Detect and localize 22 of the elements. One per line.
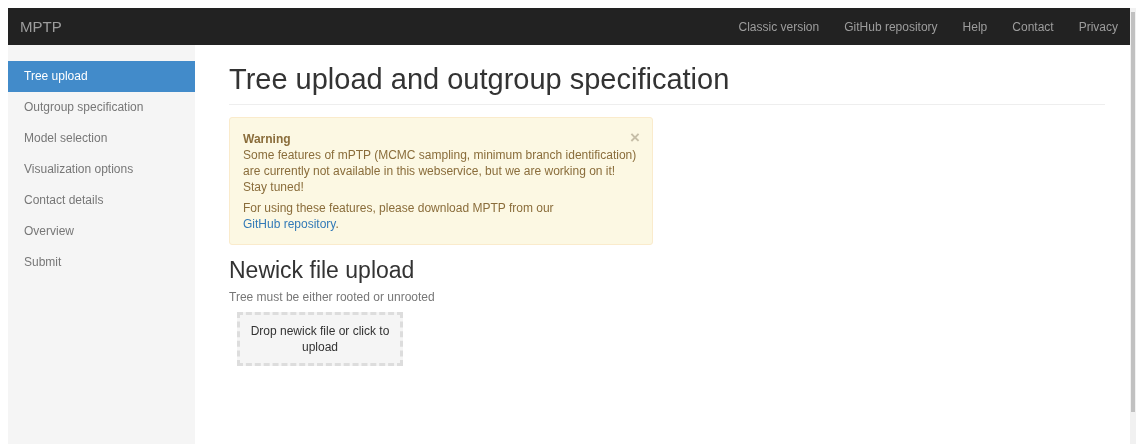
hint-text: Tree must be either rooted or unrooted (229, 290, 436, 304)
alert-title: Warning (243, 131, 291, 147)
alert-note: For using these features, please download MPTP from our GitHub repository. (243, 200, 555, 232)
sidebar-item[interactable]: Visualization options (8, 154, 195, 185)
nav-link[interactable]: Help (962, 19, 988, 34)
sidebar-item[interactable]: Outgroup specification (8, 92, 195, 123)
sidebar-item[interactable]: Contact details (8, 185, 195, 216)
section-title: Newick file upload (229, 256, 416, 285)
page-title: Tree upload and outgroup specification (229, 62, 731, 96)
brand-logo[interactable]: MPTP (20, 18, 62, 35)
sidebar-item[interactable]: Submit (8, 247, 195, 278)
sidebar-item[interactable]: Overview (8, 216, 195, 247)
nav-link[interactable]: Contact (1012, 19, 1054, 34)
alert-message: Some features of mPTP (MCMC sampling, minimum branch identification) are currently not available in this webservice, but we are working on it! Stay tuned! (243, 147, 638, 195)
sidebar-item[interactable]: Tree upload (8, 61, 195, 92)
file-dropzone[interactable]: Drop newick file or click to upload (237, 312, 403, 366)
nav-link[interactable]: GitHub repository (844, 19, 938, 34)
sidebar-item[interactable]: Model selection (8, 123, 195, 154)
scrollbar-thumb[interactable] (1131, 12, 1135, 412)
nav-link[interactable]: Privacy (1078, 19, 1118, 34)
nav-link[interactable]: Classic version (738, 19, 820, 34)
scrollbar[interactable] (1130, 8, 1136, 444)
